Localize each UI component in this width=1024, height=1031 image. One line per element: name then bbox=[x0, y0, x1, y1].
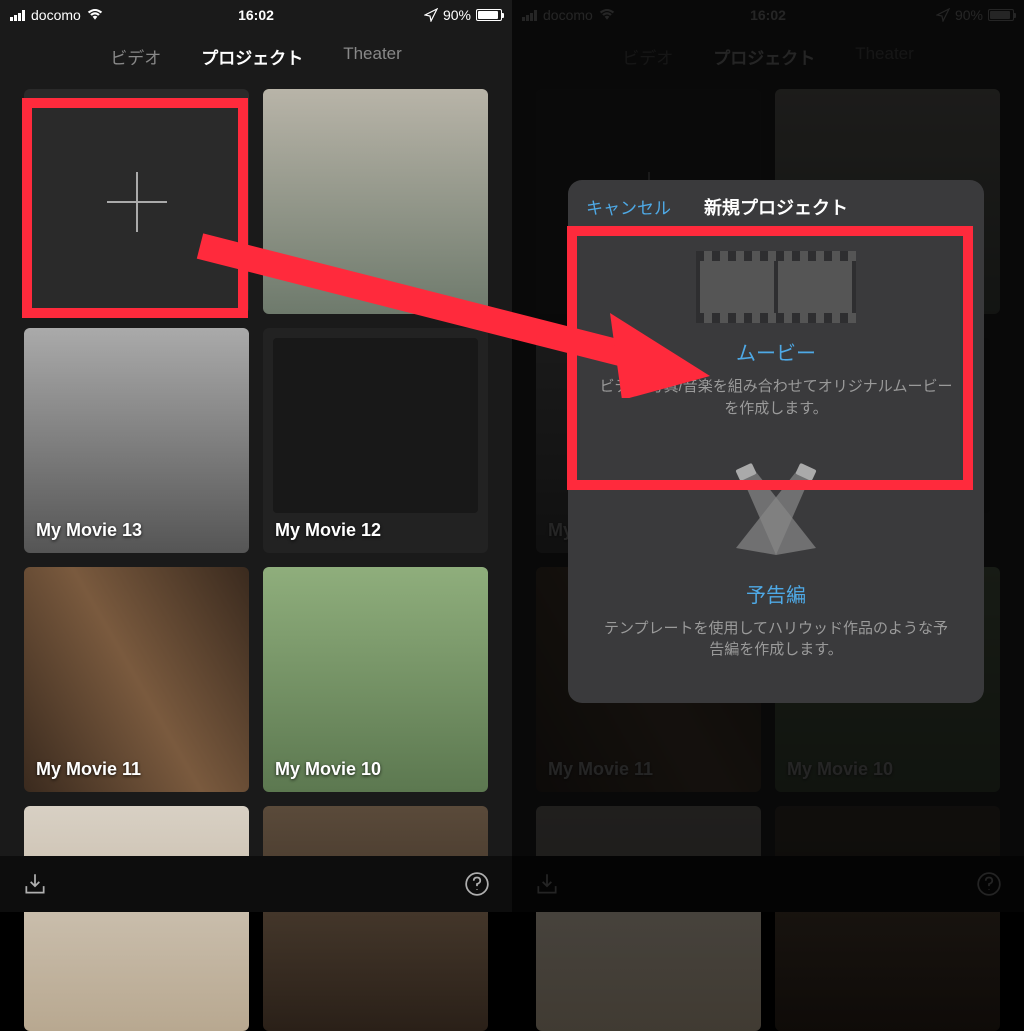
project-tile[interactable]: My Movie 13 bbox=[24, 328, 249, 553]
battery-icon bbox=[476, 9, 502, 21]
tab-video[interactable]: ビデオ bbox=[110, 44, 161, 69]
project-tile[interactable]: My Movie 12 bbox=[263, 328, 488, 553]
signal-icon bbox=[10, 9, 25, 21]
project-tile[interactable] bbox=[263, 806, 488, 1031]
project-tile[interactable]: My Movie 11 bbox=[24, 567, 249, 792]
tab-projects[interactable]: プロジェクト bbox=[201, 44, 303, 69]
tab-theater[interactable]: Theater bbox=[343, 44, 402, 69]
project-title: My Movie 11 bbox=[24, 747, 153, 792]
status-bar: docomo 16:02 90% bbox=[0, 0, 512, 30]
modal-title: 新規プロジェクト bbox=[704, 194, 848, 220]
trailer-option-desc: テンプレートを使用してハリウッド作品のような予告編を作成します。 bbox=[598, 618, 954, 662]
annotation-highlight-box bbox=[22, 98, 248, 318]
clock: 16:02 bbox=[238, 7, 274, 23]
project-tile[interactable]: My Movie 10 bbox=[263, 567, 488, 792]
trailer-option-title: 予告編 bbox=[598, 579, 954, 608]
import-icon[interactable] bbox=[22, 871, 48, 897]
cancel-button[interactable]: キャンセル bbox=[586, 194, 671, 219]
battery-percent: 90% bbox=[443, 7, 471, 23]
project-title: My Movie 12 bbox=[263, 508, 393, 553]
bottom-toolbar bbox=[0, 856, 512, 912]
carrier-label: docomo bbox=[31, 7, 81, 23]
project-title: My Movie 13 bbox=[24, 508, 154, 553]
wifi-icon bbox=[87, 9, 103, 21]
project-tile[interactable] bbox=[263, 89, 488, 314]
top-tabs: ビデオ プロジェクト Theater bbox=[0, 30, 512, 89]
annotation-highlight-box bbox=[567, 226, 973, 490]
project-tile[interactable] bbox=[24, 806, 249, 1031]
location-icon bbox=[424, 8, 438, 22]
project-title: My Movie 10 bbox=[263, 747, 393, 792]
help-icon[interactable] bbox=[464, 871, 490, 897]
